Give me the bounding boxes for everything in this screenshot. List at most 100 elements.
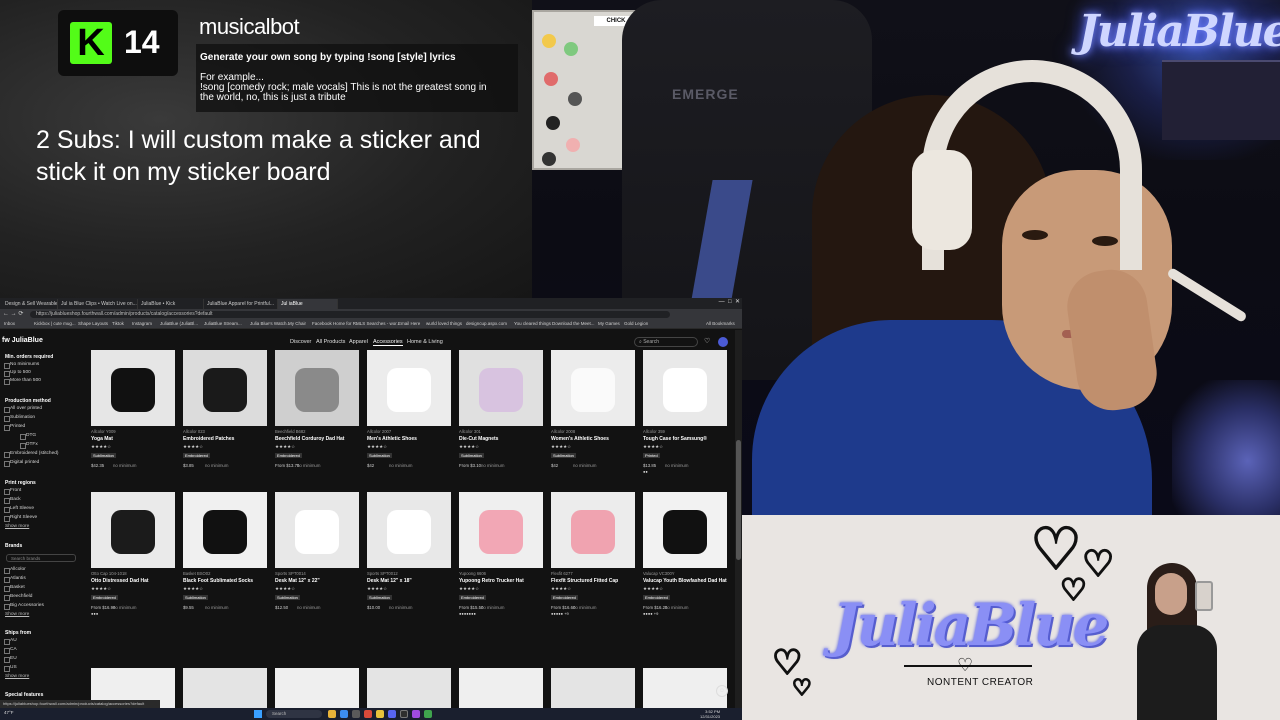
product-image[interactable] [183,492,267,568]
app-icon[interactable] [352,710,360,718]
bookmark[interactable]: Gold Legion [624,321,648,326]
filter-option[interactable]: Back [4,497,21,504]
bookmark[interactable]: wurld loved things [426,321,462,326]
bookmark[interactable]: Download the Meet... [552,321,595,326]
product-image[interactable] [551,668,635,708]
filter-option[interactable]: DTFx [20,442,38,449]
bookmark[interactable]: My Games [598,321,620,326]
site-search-input[interactable]: ⌕ Search [634,337,698,347]
filter-option[interactable]: AU [4,638,17,645]
bookmark[interactable]: Julia Blue's Watch... [250,321,290,326]
filter-option[interactable]: Beechfield [3,594,32,601]
bookmark[interactable]: Instagram [132,321,152,326]
filter-option[interactable]: Big Accessories [4,603,44,610]
favorites-icon[interactable]: ♡ [704,337,710,345]
nav-accessories[interactable]: Accessories [373,339,403,346]
filter-option[interactable]: Basket [4,585,25,592]
show-more-link[interactable]: Show more [5,612,29,617]
color-swatches[interactable]: ●●● [91,611,98,616]
start-icon[interactable] [254,710,262,718]
site-logo[interactable]: fw JuliaBlue [2,337,43,344]
bookmark[interactable]: MLS Searches - wor... [356,321,400,326]
color-swatches[interactable]: ●●●●●●● [459,611,476,616]
bookmark[interactable]: JuliaBlue (JuliaBl... [160,321,198,326]
show-more-link[interactable]: Show more [5,674,29,679]
filter-option[interactable]: More than 500 [4,378,41,385]
filter-option[interactable]: Sublimation [3,415,35,422]
nav-discover[interactable]: Discover [290,339,311,345]
nav-arrows-icon[interactable]: ← → ⟳ [3,310,23,317]
product-image[interactable] [459,492,543,568]
product-image[interactable] [275,350,359,426]
filter-option[interactable]: EU [4,656,17,663]
browser-tab[interactable]: Jul ia Blue Clips • Watch Live on... [58,299,138,309]
filter-option[interactable]: Right Sleeve [3,515,37,522]
weather-widget[interactable]: 47°F [4,710,14,715]
color-swatches[interactable]: ●●●●● +9 [551,611,569,616]
filter-option[interactable]: No minimums [3,362,39,369]
scrollbar-thumb[interactable] [736,440,741,560]
filter-option[interactable]: US [4,665,17,672]
avatar[interactable] [718,337,728,347]
product-image[interactable] [643,668,727,708]
filter-option[interactable]: Printed [3,424,25,431]
filter-option[interactable]: Digital printed [3,460,39,467]
product-image[interactable] [367,492,451,568]
color-swatches[interactable]: ●● [643,469,648,474]
product-image[interactable] [183,350,267,426]
filter-option[interactable]: Atlantis [4,576,26,583]
product-image[interactable] [643,350,727,426]
chrome-icon[interactable] [376,710,384,718]
browser-tab[interactable]: JuliaBlue • Kick [138,299,204,309]
obs-icon[interactable] [400,710,408,718]
bookmark[interactable]: Kickbox | cute mug... [34,321,76,326]
product-image[interactable] [91,492,175,568]
filter-option[interactable]: Up to 500 [4,370,31,377]
chat-icon[interactable]: ☺ [716,685,728,697]
product-image[interactable] [91,350,175,426]
bookmark[interactable]: Shape Layouts [78,321,108,326]
taskbar-search[interactable]: Search [266,710,322,718]
url-input[interactable]: https://juliablueshop.fourthwall.com/adm… [30,311,670,318]
scrollbar[interactable] [735,330,742,708]
product-image[interactable] [275,492,359,568]
filter-option[interactable]: CA [4,647,17,654]
bookmark[interactable]: Email Here [398,321,420,326]
taskbar-clock[interactable]: 3:52 PM 12/31/2023 [700,709,720,719]
nav-apparel[interactable]: Apparel [349,339,368,345]
bookmark[interactable]: All Bookmarks [706,321,735,326]
color-swatches[interactable]: ●●●● +9 [643,611,658,616]
filter-option[interactable]: Embroidered (stitched) [4,451,59,458]
product-image[interactable] [275,668,359,708]
bookmark[interactable]: Tiktok [112,321,124,326]
browser-tab[interactable]: JuliaBlue Apparel for Printful... [204,299,278,309]
filter-option[interactable]: All over printed [4,406,42,413]
product-image[interactable] [551,492,635,568]
nav-home-living[interactable]: Home & Living [407,339,443,345]
browser-tab-active[interactable]: Jul iaBlue [278,299,338,309]
product-image[interactable] [459,350,543,426]
product-image[interactable] [643,492,727,568]
bookmark[interactable]: JuliaBlue Stream... [204,321,242,326]
bookmark[interactable]: My Chair [288,321,306,326]
discord-icon[interactable] [388,710,396,718]
bookmark[interactable]: Facebook Home for R... [312,321,360,326]
brand-search-input[interactable]: Search brands [6,554,76,562]
filter-option[interactable]: DTG [19,433,36,440]
app-icon[interactable] [424,710,432,718]
product-image[interactable] [367,668,451,708]
filter-option[interactable]: Allcolor [4,567,26,574]
file-explorer-icon[interactable] [328,710,336,718]
app-icon[interactable] [412,710,420,718]
edge-icon[interactable] [340,710,348,718]
filter-option[interactable]: Left Sleeve [3,506,34,513]
bookmark[interactable]: Inbox [4,321,15,326]
product-image[interactable] [459,668,543,708]
app-icon[interactable] [364,710,372,718]
browser-tab[interactable]: Design & Sell Wearables... [2,299,58,309]
nav-all-products[interactable]: All Products [316,339,345,345]
bookmark[interactable]: You cleared things [514,321,551,326]
filter-option[interactable]: Front [3,488,21,495]
window-controls[interactable]: — □ ✕ [698,298,740,309]
product-image[interactable] [183,668,267,708]
